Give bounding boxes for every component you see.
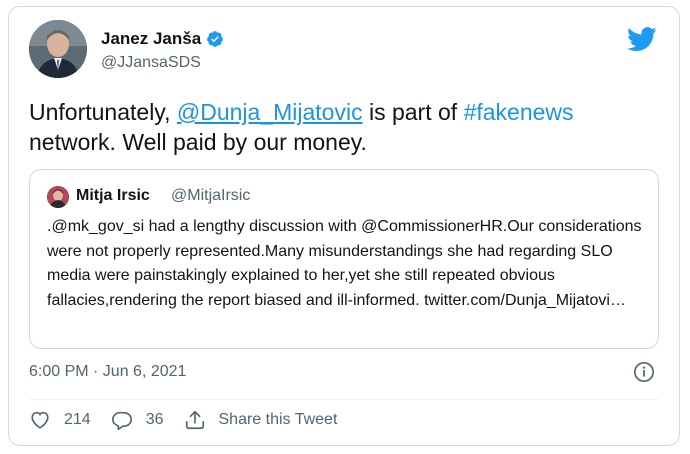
author-name[interactable]: Janez Janša xyxy=(101,29,201,49)
heart-icon xyxy=(31,411,49,429)
twitter-bird-icon[interactable] xyxy=(627,27,657,52)
tweet-timestamp[interactable]: 6:00 PM · Jun 6, 2021 xyxy=(29,363,186,381)
reply-count: 36 xyxy=(145,411,164,428)
tweet-text-suffix: network. Well paid by our money. xyxy=(29,129,367,155)
mention-link[interactable]: @Dunja_Mijatovic xyxy=(177,99,363,125)
reply-bubble-icon xyxy=(111,411,132,430)
quoted-tweet[interactable]: Mitja Irsic @MitjaIrsic .@mk_gov_si had … xyxy=(29,169,659,349)
author-handle[interactable]: @JJansaSDS xyxy=(101,54,201,72)
like-count: 214 xyxy=(64,411,91,428)
quoted-tweet-text: .@mk_gov_si had a lengthy discussion wit… xyxy=(47,218,642,309)
info-icon[interactable] xyxy=(633,361,655,383)
quoted-author-handle: @MitjaIrsic xyxy=(171,187,251,204)
share-label: Share this Tweet xyxy=(218,411,338,428)
like-button[interactable]: 214 xyxy=(29,409,91,431)
tweet-text-middle: is part of xyxy=(362,99,464,125)
verified-badge-icon xyxy=(207,31,224,47)
share-icon xyxy=(185,410,204,430)
tweet-actions: 214 36 Share this Tweet xyxy=(29,409,357,431)
share-button[interactable]: Share this Tweet xyxy=(184,409,338,431)
author-avatar[interactable] xyxy=(29,20,87,78)
tweet-text-prefix: Unfortunately, xyxy=(29,99,177,125)
quoted-author-name: Mitja Irsic xyxy=(76,187,150,204)
quoted-author-avatar xyxy=(47,186,69,208)
reply-button[interactable]: 36 xyxy=(111,409,164,431)
tweet-text: Unfortunately, @Dunja_Mijatovic is part … xyxy=(29,97,659,157)
actions-divider xyxy=(29,399,659,400)
hashtag-link[interactable]: #fakenews xyxy=(464,99,574,125)
tweet-card[interactable]: Janez Janša @JJansaSDS Unfortunately, @D… xyxy=(8,6,680,446)
